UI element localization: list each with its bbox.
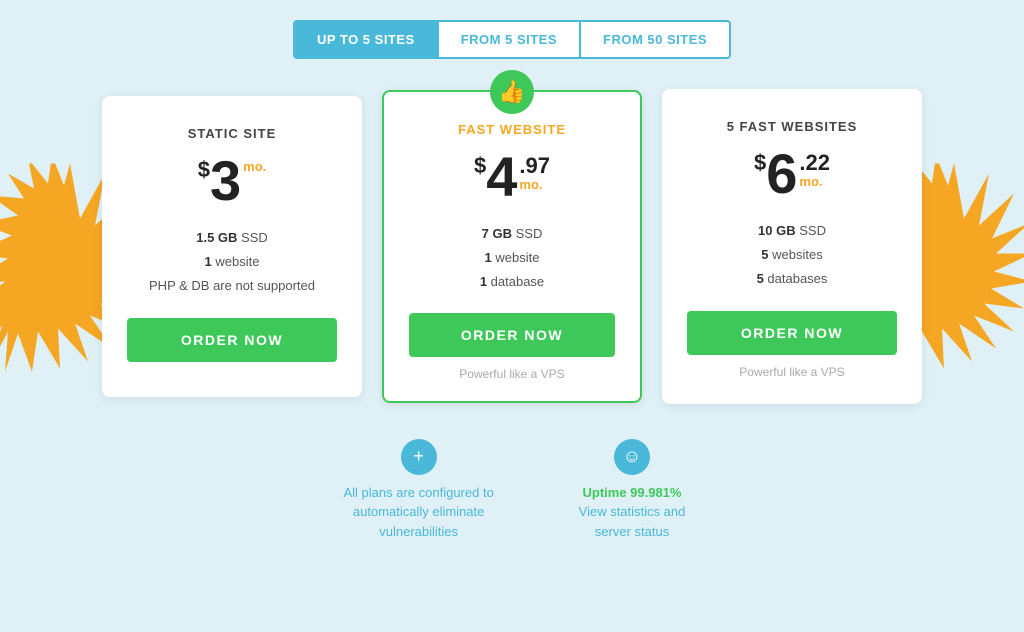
price-dollar-static: $ bbox=[198, 157, 210, 183]
price-cents-5fast: .22 bbox=[799, 152, 830, 174]
security-icon: + bbox=[401, 439, 437, 475]
cards-container: STATIC SITE $ 3 mo. 1.5 GB SSD 1 website… bbox=[42, 89, 982, 404]
order-button-static[interactable]: ORDER NOW bbox=[127, 318, 337, 362]
price-cents-fast: .97 bbox=[519, 155, 550, 177]
feature-5fast-3: 5 databases bbox=[687, 270, 897, 288]
price-row-fast: $ 4 .97 mo. bbox=[409, 149, 615, 205]
feature-static-1: 1.5 GB SSD bbox=[127, 229, 337, 247]
tab-from-50[interactable]: FROM 50 SITES bbox=[581, 22, 729, 57]
price-dollar-5fast: $ bbox=[754, 150, 766, 176]
tagline-5fast: Powerful like a VPS bbox=[687, 365, 897, 379]
card-title-static: STATIC SITE bbox=[127, 126, 337, 141]
price-amount-5fast: 6 bbox=[766, 146, 797, 202]
price-amount-fast: 4 bbox=[486, 149, 517, 205]
features-5fast: 10 GB SSD 5 websites 5 databases bbox=[687, 222, 897, 289]
card-fast-website: 👍 FAST WEBSITE $ 4 .97 mo. 7 GB SSD 1 we… bbox=[382, 90, 642, 404]
tab-up-to-5[interactable]: UP TO 5 SITES bbox=[295, 22, 439, 57]
tab-bar: UP TO 5 SITES FROM 5 SITES FROM 50 SITES bbox=[293, 20, 731, 59]
price-dollar-fast: $ bbox=[474, 153, 486, 179]
uptime-icon: ☺ bbox=[614, 439, 650, 475]
security-text: All plans are configured to automaticall… bbox=[339, 483, 499, 542]
order-button-fast[interactable]: ORDER NOW bbox=[409, 313, 615, 357]
card-5-fast-websites: 5 FAST WEBSITES $ 6 .22 mo. 10 GB SSD 5 … bbox=[662, 89, 922, 404]
price-amount-static: 3 bbox=[210, 153, 241, 209]
features-static: 1.5 GB SSD 1 website PHP & DB are not su… bbox=[127, 229, 337, 296]
info-security: + All plans are configured to automatica… bbox=[339, 439, 499, 542]
price-mo-container-fast: .97 mo. bbox=[519, 155, 550, 192]
card-title-5fast: 5 FAST WEBSITES bbox=[687, 119, 897, 134]
feature-fast-2: 1 website bbox=[409, 249, 615, 267]
price-mo-static: mo. bbox=[243, 159, 266, 174]
card-static-site: STATIC SITE $ 3 mo. 1.5 GB SSD 1 website… bbox=[102, 96, 362, 397]
price-mo-container-static: mo. bbox=[243, 159, 266, 174]
bottom-info: + All plans are configured to automatica… bbox=[339, 439, 686, 542]
features-fast: 7 GB SSD 1 website 1 database bbox=[409, 225, 615, 292]
feature-fast-3: 1 database bbox=[409, 273, 615, 291]
feature-static-2: 1 website bbox=[127, 253, 337, 271]
feature-static-3: PHP & DB are not supported bbox=[127, 277, 337, 295]
price-row-5fast: $ 6 .22 mo. bbox=[687, 146, 897, 202]
price-mo-fast: mo. bbox=[519, 177, 542, 192]
tab-from-5[interactable]: FROM 5 SITES bbox=[439, 22, 581, 57]
price-row-static: $ 3 mo. bbox=[127, 153, 337, 209]
feature-5fast-1: 10 GB SSD bbox=[687, 222, 897, 240]
price-mo-container-5fast: .22 mo. bbox=[799, 152, 830, 189]
feature-fast-1: 7 GB SSD bbox=[409, 225, 615, 243]
order-button-5fast[interactable]: ORDER NOW bbox=[687, 311, 897, 355]
feature-5fast-2: 5 websites bbox=[687, 246, 897, 264]
price-mo-5fast: mo. bbox=[799, 174, 822, 189]
tagline-fast: Powerful like a VPS bbox=[409, 367, 615, 381]
info-uptime[interactable]: ☺ Uptime 99.981% View statistics andserv… bbox=[579, 439, 686, 542]
thumbs-up-badge: 👍 bbox=[490, 70, 534, 114]
card-title-fast: FAST WEBSITE bbox=[409, 122, 615, 137]
uptime-text: Uptime 99.981% View statistics andserver… bbox=[579, 483, 686, 542]
